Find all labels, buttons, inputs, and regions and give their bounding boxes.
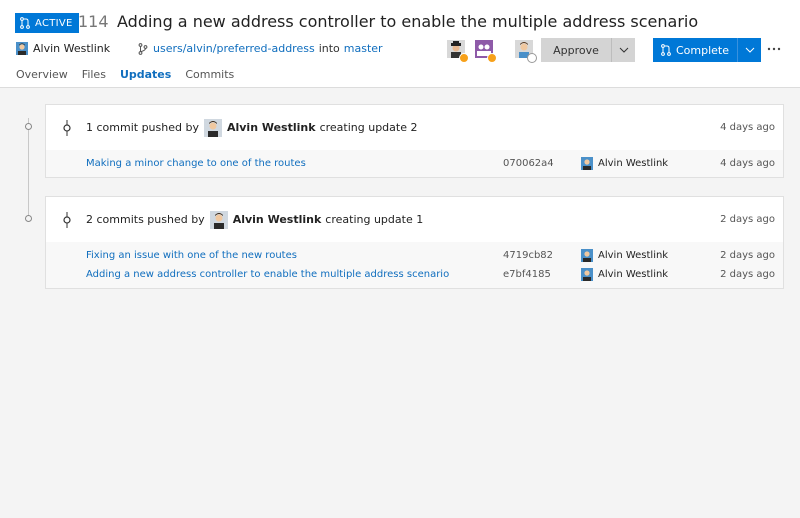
commit-author: Alvin Westlink xyxy=(581,268,668,281)
commit-author-name: Alvin Westlink xyxy=(598,158,669,169)
complete-label: Complete xyxy=(675,43,729,57)
pull-request-icon xyxy=(20,17,30,29)
commit-message-link[interactable]: Fixing an issue with one of the new rout… xyxy=(86,250,297,261)
timeline-node xyxy=(25,123,32,130)
update-count-text: 2 commits pushed by xyxy=(86,213,205,226)
tab-updates[interactable]: Updates xyxy=(120,68,171,81)
pr-header: ACTIVE 114 Adding a new address controll… xyxy=(0,0,800,88)
commit-author-name: Alvin Westlink xyxy=(598,269,669,280)
pr-author[interactable]: Alvin Westlink xyxy=(16,42,110,55)
status-label: ACTIVE xyxy=(35,17,73,29)
approve-button[interactable]: Approve xyxy=(541,38,611,62)
timeline-line xyxy=(28,118,29,218)
avatar xyxy=(203,118,222,137)
commit-hash[interactable]: e7bf4185 xyxy=(503,269,551,280)
approve-dropdown-button[interactable] xyxy=(611,38,635,62)
commit-time: 2 days ago xyxy=(720,250,775,261)
page-title: Adding a new address controller to enabl… xyxy=(117,12,699,31)
update-card: 2 commits pushed by Alvin Westlink creat… xyxy=(45,196,784,289)
chevron-down-icon xyxy=(745,47,754,53)
tab-bar: Overview Files Updates Commits xyxy=(16,68,248,81)
reviewer-avatar[interactable] xyxy=(515,40,537,63)
update-header[interactable]: 1 commit pushed by Alvin Westlink creati… xyxy=(46,105,783,150)
complete-button[interactable]: Complete xyxy=(653,38,737,62)
status-badge: ACTIVE xyxy=(15,13,79,33)
commit-message-link[interactable]: Adding a new address controller to enabl… xyxy=(86,269,449,280)
commit-icon xyxy=(63,120,71,136)
update-card: 1 commit pushed by Alvin Westlink creati… xyxy=(45,104,784,178)
commit-time: 4 days ago xyxy=(720,158,775,169)
update-author[interactable]: Alvin Westlink xyxy=(233,213,322,226)
pull-request-icon xyxy=(661,44,671,56)
commit-row: Adding a new address controller to enabl… xyxy=(46,265,783,284)
commit-author: Alvin Westlink xyxy=(581,249,668,262)
commit-icon xyxy=(63,212,71,228)
commit-hash[interactable]: 4719cb82 xyxy=(503,250,553,261)
update-author[interactable]: Alvin Westlink xyxy=(227,121,316,134)
avatar xyxy=(16,42,28,55)
complete-dropdown-button[interactable] xyxy=(737,38,761,62)
commit-list: Fixing an issue with one of the new rout… xyxy=(46,242,783,288)
source-branch-link[interactable]: users/alvin/preferred-address xyxy=(153,42,315,55)
avatar xyxy=(209,210,228,229)
commit-row: Making a minor change to one of the rout… xyxy=(46,154,783,173)
pending-clock-icon xyxy=(487,53,497,63)
reviewer-group-avatar[interactable] xyxy=(475,40,497,63)
pending-clock-icon xyxy=(459,53,469,63)
more-options-icon[interactable] xyxy=(767,42,781,56)
commit-author-name: Alvin Westlink xyxy=(598,250,669,261)
tab-commits[interactable]: Commits xyxy=(185,68,234,81)
branch-icon xyxy=(138,42,148,55)
commit-row: Fixing an issue with one of the new rout… xyxy=(46,246,783,265)
chevron-down-icon xyxy=(619,47,628,53)
update-time: 4 days ago xyxy=(720,122,775,133)
target-branch-link[interactable]: master xyxy=(344,42,383,55)
commit-message-link[interactable]: Making a minor change to one of the rout… xyxy=(86,158,306,169)
author-name: Alvin Westlink xyxy=(33,42,111,55)
into-label: into xyxy=(318,42,340,55)
avatar xyxy=(581,268,593,281)
commit-author: Alvin Westlink xyxy=(581,157,668,170)
clock-icon xyxy=(527,53,537,63)
update-header[interactable]: 2 commits pushed by Alvin Westlink creat… xyxy=(46,197,783,242)
update-time: 2 days ago xyxy=(720,214,775,225)
tab-files[interactable]: Files xyxy=(82,68,106,81)
timeline-node xyxy=(25,215,32,222)
branch-info: users/alvin/preferred-address into maste… xyxy=(138,42,383,55)
commit-time: 2 days ago xyxy=(720,269,775,280)
commit-hash[interactable]: 070062a4 xyxy=(503,158,554,169)
commit-list: Making a minor change to one of the rout… xyxy=(46,150,783,177)
reviewer-avatar[interactable] xyxy=(447,40,469,63)
tab-overview[interactable]: Overview xyxy=(16,68,68,81)
update-suffix: creating update 2 xyxy=(319,121,418,134)
update-suffix: creating update 1 xyxy=(325,213,424,226)
pr-id: 114 xyxy=(78,12,109,31)
avatar xyxy=(581,249,593,262)
update-count-text: 1 commit pushed by xyxy=(86,121,199,134)
avatar xyxy=(581,157,593,170)
